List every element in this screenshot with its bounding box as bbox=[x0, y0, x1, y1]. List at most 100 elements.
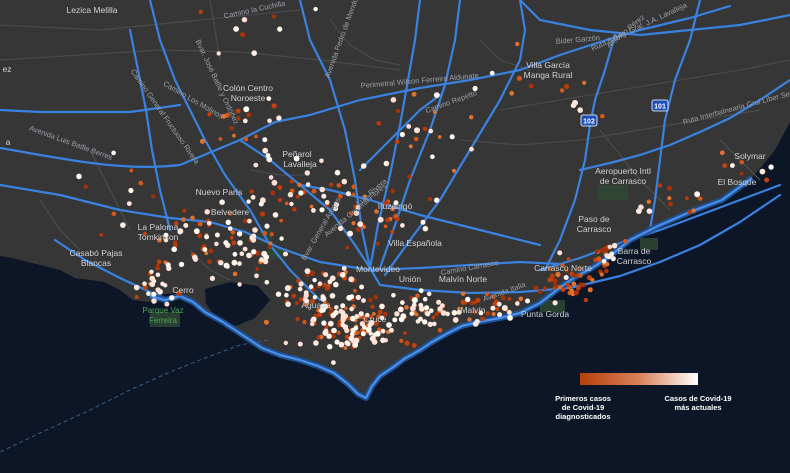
early-case-point bbox=[218, 137, 223, 141]
early-case-point bbox=[356, 330, 360, 335]
recent-case-point bbox=[171, 246, 177, 253]
early-case-point bbox=[467, 317, 472, 322]
place-label: Manga Rural bbox=[524, 70, 573, 80]
early-case-point bbox=[604, 268, 609, 274]
early-case-point bbox=[246, 112, 252, 118]
early-case-point bbox=[528, 83, 534, 89]
recent-case-point bbox=[570, 102, 577, 109]
place-label: Carrasco bbox=[617, 256, 652, 266]
recent-case-point bbox=[266, 96, 272, 101]
early-case-point bbox=[259, 211, 266, 217]
legend-recent-cases-line1: Casos de Covid-19 bbox=[664, 394, 731, 403]
recent-case-point bbox=[433, 92, 440, 98]
early-case-point bbox=[373, 294, 379, 300]
recent-case-point bbox=[232, 251, 238, 257]
recent-case-point bbox=[246, 252, 252, 259]
early-case-point bbox=[292, 207, 297, 212]
covid-cases-map[interactable]: Camino la Cuchilla Avenida Pedro de Mendo… bbox=[0, 0, 790, 473]
recent-case-point bbox=[646, 208, 653, 214]
recent-case-point bbox=[321, 193, 327, 199]
early-case-point bbox=[413, 136, 419, 142]
recent-case-point bbox=[390, 97, 397, 103]
recent-case-point bbox=[440, 303, 445, 308]
recent-case-point bbox=[334, 169, 341, 176]
early-case-point bbox=[434, 311, 440, 317]
early-case-point bbox=[337, 193, 343, 199]
recent-case-point bbox=[183, 223, 189, 228]
early-case-point bbox=[111, 211, 117, 217]
recent-case-point bbox=[400, 300, 405, 305]
recent-case-point bbox=[345, 191, 351, 197]
early-case-point bbox=[309, 270, 315, 276]
recent-case-point bbox=[206, 221, 212, 226]
recent-case-point bbox=[759, 168, 766, 175]
recent-case-point bbox=[380, 337, 386, 344]
early-case-point bbox=[576, 285, 581, 291]
early-case-point bbox=[311, 188, 317, 194]
recent-case-point bbox=[225, 264, 230, 269]
early-case-point bbox=[329, 182, 334, 187]
place-label: Carrasco Norte bbox=[534, 263, 592, 273]
recent-case-point bbox=[434, 197, 440, 203]
recent-case-point bbox=[607, 244, 612, 250]
recent-case-point bbox=[507, 315, 513, 321]
recent-case-point bbox=[383, 160, 390, 167]
recent-case-point bbox=[730, 163, 735, 168]
recent-case-point bbox=[341, 178, 348, 185]
recent-case-point bbox=[410, 305, 416, 312]
recent-case-point bbox=[340, 322, 346, 328]
early-case-point bbox=[657, 183, 663, 188]
recent-case-point bbox=[472, 321, 479, 327]
early-case-point bbox=[254, 134, 258, 139]
recent-case-point bbox=[379, 303, 385, 310]
recent-case-point bbox=[374, 330, 381, 337]
early-case-point bbox=[687, 210, 692, 215]
recent-case-point bbox=[312, 277, 317, 283]
recent-case-point bbox=[76, 173, 82, 180]
early-case-point bbox=[559, 88, 565, 93]
recent-case-point bbox=[694, 191, 700, 198]
early-case-point bbox=[393, 213, 399, 219]
recent-case-point bbox=[329, 275, 336, 282]
recent-case-point bbox=[214, 232, 220, 238]
early-case-point bbox=[518, 296, 524, 302]
recent-case-point bbox=[371, 339, 378, 345]
recent-case-point bbox=[563, 275, 569, 280]
early-case-point bbox=[428, 197, 433, 202]
place-label: Aguada bbox=[301, 300, 331, 310]
place-label: Paso de bbox=[578, 214, 609, 224]
early-case-point bbox=[351, 184, 357, 190]
place-label: Malvín Norte bbox=[439, 274, 487, 284]
recent-case-point bbox=[149, 275, 155, 282]
recent-case-point bbox=[347, 230, 353, 237]
early-case-point bbox=[289, 179, 294, 184]
recent-case-point bbox=[344, 340, 350, 346]
place-label: Casabó Pajas bbox=[70, 248, 123, 258]
recent-case-point bbox=[219, 199, 225, 205]
place-label: Aeropuerto Intl bbox=[595, 166, 651, 176]
early-case-point bbox=[407, 174, 412, 179]
early-case-point bbox=[291, 293, 297, 299]
recent-case-point bbox=[338, 308, 344, 314]
early-case-point bbox=[268, 241, 273, 246]
recent-case-point bbox=[155, 287, 161, 293]
recent-case-point bbox=[397, 306, 404, 313]
early-case-point bbox=[336, 330, 341, 335]
early-case-point bbox=[691, 208, 696, 213]
recent-case-point bbox=[355, 294, 361, 301]
early-case-point bbox=[232, 271, 238, 277]
place-label: Tomkinson bbox=[138, 232, 179, 242]
place-label: Noroeste bbox=[231, 93, 266, 103]
recent-case-point bbox=[319, 207, 325, 213]
recent-case-point bbox=[507, 310, 512, 315]
early-case-point bbox=[277, 185, 283, 190]
early-case-point bbox=[262, 230, 268, 236]
recent-case-point bbox=[362, 325, 367, 330]
recent-case-point bbox=[350, 327, 356, 333]
early-case-point bbox=[599, 272, 604, 277]
recent-case-point bbox=[409, 311, 415, 316]
early-case-point bbox=[336, 183, 342, 188]
early-case-point bbox=[294, 301, 299, 306]
legend-gradient-bar bbox=[580, 373, 698, 385]
recent-case-point bbox=[267, 118, 272, 124]
